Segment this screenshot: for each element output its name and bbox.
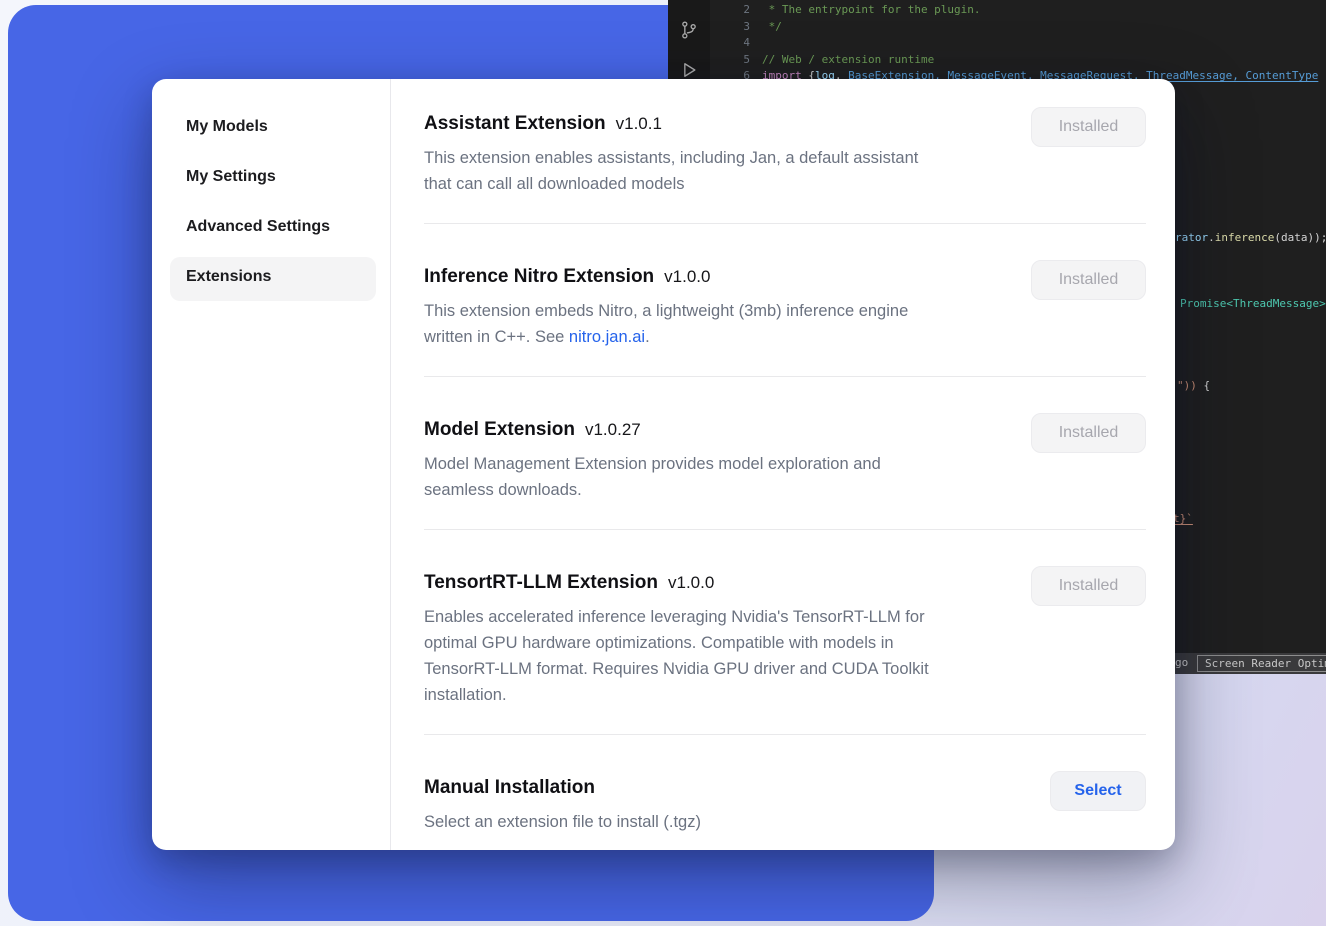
extension-row-manual-installation: Manual Installation Select an extension … <box>424 735 1146 850</box>
nitro-jan-ai-link[interactable]: nitro.jan.ai <box>569 328 645 346</box>
extension-title-line: Manual Installation <box>424 775 701 801</box>
code-token-string: ")) <box>1177 379 1197 392</box>
extension-title-line: Assistant Extension v1.0.1 <box>424 111 918 137</box>
extension-version: v1.0.1 <box>616 114 662 133</box>
extension-name: Manual Installation <box>424 777 595 798</box>
extension-description: Select an extension file to install (.tg… <box>424 809 701 835</box>
code-token-identifier: rator <box>1175 231 1208 244</box>
extension-version: v1.0.0 <box>664 267 710 286</box>
git-branch-icon[interactable] <box>679 20 699 40</box>
installed-button[interactable]: Installed <box>1031 566 1146 606</box>
extension-name: Model Extension <box>424 419 575 440</box>
extension-info: TensortRT-LLM Extension v1.0.0 Enables ac… <box>424 570 929 708</box>
extension-row-assistant: Assistant Extension v1.0.1 This extension… <box>424 79 1146 224</box>
extensions-panel: Assistant Extension v1.0.1 This extension… <box>391 79 1175 850</box>
screen: 2 * The entrypoint for the plugin. 3 */ … <box>0 0 1326 926</box>
code-token-punct: (data)); <box>1274 231 1326 244</box>
extension-name: TensortRT-LLM Extension <box>424 572 658 593</box>
code-fragment-template-end: t}` <box>1173 512 1193 525</box>
installed-button[interactable]: Installed <box>1031 107 1146 147</box>
description-text: . <box>645 328 650 346</box>
extension-row-inference-nitro: Inference Nitro Extension v1.0.0 This ext… <box>424 224 1146 377</box>
extension-description: This extension embeds Nitro, a lightweig… <box>424 298 908 350</box>
code-fragment-string-close: ")) { <box>1177 379 1210 392</box>
code-line: 3 */ <box>668 19 1318 36</box>
extension-info: Model Extension v1.0.27 Model Management … <box>424 417 881 503</box>
code-token-comment: // Web / extension runtime <box>762 53 934 66</box>
code-fragment-promise-type: Promise<ThreadMessage> <box>1180 297 1326 310</box>
screen-reader-optimized-badge[interactable]: Screen Reader Optimized <box>1197 655 1326 672</box>
run-debug-icon[interactable] <box>679 60 699 80</box>
settings-modal: My Models My Settings Advanced Settings … <box>152 79 1175 850</box>
sidebar-item-advanced-settings[interactable]: Advanced Settings <box>170 207 376 251</box>
sidebar-item-my-settings[interactable]: My Settings <box>170 157 376 201</box>
installed-button[interactable]: Installed <box>1031 260 1146 300</box>
code-lines: 2 * The entrypoint for the plugin. 3 */ … <box>668 2 1318 85</box>
extension-version: v1.0.0 <box>668 573 714 592</box>
sidebar-item-my-models[interactable]: My Models <box>170 107 376 151</box>
extension-info: Manual Installation Select an extension … <box>424 775 701 835</box>
extension-description: This extension enables assistants, inclu… <box>424 145 918 197</box>
extension-description: Model Management Extension provides mode… <box>424 451 881 503</box>
extension-title-line: TensortRT-LLM Extension v1.0.0 <box>424 570 929 596</box>
extension-description: Enables accelerated inference leveraging… <box>424 604 929 708</box>
code-line: 2 * The entrypoint for the plugin. <box>668 2 1318 19</box>
extension-row-tensorrt-llm: TensortRT-LLM Extension v1.0.0 Enables ac… <box>424 530 1146 735</box>
extension-title-line: Model Extension v1.0.27 <box>424 417 881 443</box>
extension-version: v1.0.27 <box>585 420 641 439</box>
code-token-function: inference <box>1215 231 1275 244</box>
settings-sidebar: My Models My Settings Advanced Settings … <box>152 79 391 850</box>
code-fragment-inference-call: rator.inference(data)); <box>1175 231 1326 244</box>
select-file-button[interactable]: Select <box>1050 771 1146 811</box>
code-line: 4 <box>668 35 1318 52</box>
code-token-comment: * The entrypoint for the plugin. <box>762 3 981 16</box>
code-token-punct: . <box>1208 231 1215 244</box>
extension-name: Assistant Extension <box>424 113 606 134</box>
code-line: 5// Web / extension runtime <box>668 52 1318 69</box>
sidebar-item-extensions[interactable]: Extensions <box>170 257 376 301</box>
code-token-punct: { <box>1197 379 1210 392</box>
code-token-comment: */ <box>762 20 782 33</box>
description-text: This extension embeds Nitro, a lightweig… <box>424 302 908 346</box>
extension-name: Inference Nitro Extension <box>424 266 654 287</box>
extension-title-line: Inference Nitro Extension v1.0.0 <box>424 264 908 290</box>
extension-row-model: Model Extension v1.0.27 Model Management … <box>424 377 1146 530</box>
extension-info: Assistant Extension v1.0.1 This extension… <box>424 111 918 197</box>
extension-info: Inference Nitro Extension v1.0.0 This ext… <box>424 264 908 350</box>
status-bar-text: go <box>1175 656 1188 669</box>
installed-button[interactable]: Installed <box>1031 413 1146 453</box>
